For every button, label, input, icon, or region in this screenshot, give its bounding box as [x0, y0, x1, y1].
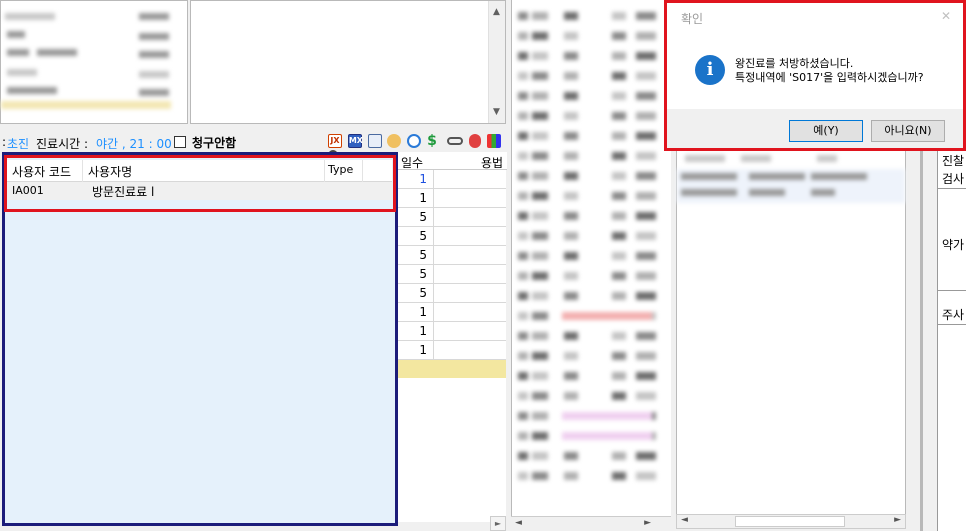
- scroll-down-icon[interactable]: ▼: [493, 107, 500, 117]
- dialog-highlight-box: [664, 0, 966, 151]
- link-icon[interactable]: [446, 136, 463, 145]
- toolbar-icons: JX MX $: [328, 133, 504, 160]
- side-label-test: 검사: [942, 172, 965, 186]
- top-left-panel: [0, 0, 188, 124]
- quantity-cell[interactable]: 5: [398, 227, 434, 246]
- quantity-cell[interactable]: 5: [398, 246, 434, 265]
- clock-icon[interactable]: [407, 133, 422, 148]
- visit-type-prefix: :: [2, 135, 7, 149]
- info-bar: : 초진 진료시간 : 야간 , 21 : 00 청구안함 JX MX $: [0, 131, 506, 160]
- usage-cell[interactable]: [434, 246, 506, 265]
- scroll-right-icon[interactable]: ►: [894, 515, 901, 525]
- jx-icon[interactable]: JX: [328, 133, 342, 148]
- usage-cell[interactable]: [434, 303, 506, 322]
- user-icon[interactable]: [387, 133, 402, 148]
- side-label-panel: 진찰 검사 약가 주사: [937, 150, 966, 531]
- usage-cell[interactable]: [434, 170, 506, 189]
- treatment-time-value: 야간 , 21 : 00: [96, 137, 172, 151]
- quantity-cell[interactable]: 5: [398, 284, 434, 303]
- quantity-cell[interactable]: 1: [398, 170, 434, 189]
- quantity-cell[interactable]: 5: [398, 265, 434, 284]
- usage-cell[interactable]: [434, 265, 506, 284]
- middle-blurred-panel: [511, 0, 671, 516]
- table-icon[interactable]: [367, 133, 382, 148]
- right-panel: [676, 148, 906, 516]
- highlight-box: [4, 155, 396, 212]
- dollar-icon[interactable]: $: [427, 134, 441, 148]
- quantity-cell[interactable]: 5: [398, 208, 434, 227]
- quantity-cell[interactable]: 1: [398, 341, 434, 360]
- scroll-up-icon[interactable]: ▲: [493, 7, 500, 17]
- right-hscroll[interactable]: ◄ ►: [676, 514, 906, 529]
- mx-icon[interactable]: MX: [347, 133, 363, 148]
- no-claim-label: 청구안함: [192, 136, 237, 150]
- middle-hscroll[interactable]: ◄ ►: [511, 516, 671, 531]
- quantity-cell[interactable]: 1: [398, 303, 434, 322]
- usage-cell[interactable]: [434, 284, 506, 303]
- col-usage: 용법: [481, 156, 504, 170]
- grid-icon[interactable]: [486, 133, 501, 148]
- quantity-cell[interactable]: 1: [398, 322, 434, 341]
- quantity-cell[interactable]: 1: [398, 189, 434, 208]
- scroll-right-icon[interactable]: ►: [644, 518, 651, 528]
- side-label-injection: 주사: [942, 308, 965, 322]
- usage-cell[interactable]: [434, 189, 506, 208]
- usage-cell[interactable]: [434, 208, 506, 227]
- usage-cell[interactable]: [434, 227, 506, 246]
- scroll-left-icon[interactable]: ◄: [681, 515, 688, 525]
- side-label-exam: 진찰: [942, 154, 965, 168]
- scroll-left-icon[interactable]: ◄: [515, 518, 522, 528]
- no-claim-checkbox[interactable]: [174, 136, 186, 148]
- grid-hscroll-right-icon[interactable]: ►: [490, 516, 506, 531]
- grid-new-row[interactable]: [398, 360, 506, 378]
- treatment-time-label: 진료시간 :: [36, 137, 89, 151]
- memo-panel[interactable]: ▲ ▼: [190, 0, 506, 124]
- usage-cell[interactable]: [434, 322, 506, 341]
- visit-type: 초진: [7, 137, 30, 151]
- memo-scrollbar[interactable]: ▲ ▼: [488, 1, 505, 123]
- pill-icon[interactable]: [468, 133, 481, 148]
- usage-cell[interactable]: [434, 341, 506, 360]
- side-label-drug: 약가: [942, 238, 965, 252]
- col-days: 일수: [401, 156, 424, 170]
